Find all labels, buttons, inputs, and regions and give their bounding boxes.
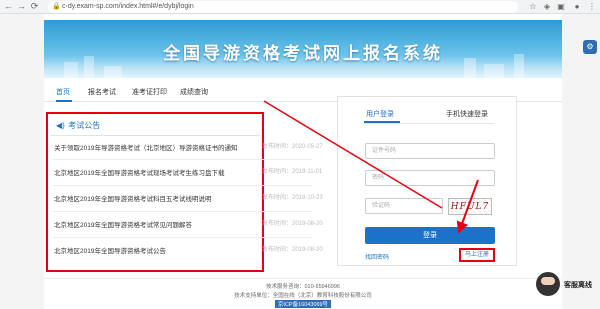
footer-support-unit: 技术支持单位：全国在线（北京）教育科技股份有限公司 bbox=[234, 293, 372, 299]
speaker-icon: ◀) bbox=[56, 121, 65, 130]
footer: 技术服务咨询：010-65946996 技术支持单位：全国在线（北京）教育科技股… bbox=[44, 278, 562, 309]
menu-icon[interactable]: ⋮ bbox=[587, 2, 597, 12]
notice-panel: ◀) 考试公告 关于领取2019年导游资格考试（北京地区）导游资格证书的通知 北… bbox=[46, 112, 312, 272]
notice-item-time: 发布时间：2019-08-20 bbox=[262, 247, 323, 253]
browser-toolbar: ← → ⟳ 🔒 c-dy.exam-sp.com/index.html#/e/d… bbox=[0, 0, 600, 14]
tab-active-indicator bbox=[364, 121, 400, 123]
register-link[interactable]: 马上注册 bbox=[459, 248, 495, 262]
nav-score-query[interactable]: 成绩查询 bbox=[180, 87, 208, 97]
forgot-password-link[interactable]: 找回密码 bbox=[365, 252, 389, 261]
notice-item-text[interactable]: 北京地区2019年全国导游资格考试现场考试考生练习盘下载 bbox=[54, 170, 224, 177]
password-placeholder: 密码 bbox=[372, 175, 385, 181]
back-icon[interactable]: ← bbox=[3, 1, 14, 12]
notice-title: 考试公告 bbox=[68, 121, 101, 130]
customer-service-label[interactable]: 客服离线 bbox=[564, 280, 592, 290]
notice-item-time: 发布时间：2020-05-27 bbox=[262, 144, 323, 150]
forward-icon[interactable]: → bbox=[16, 1, 27, 12]
captcha-placeholder: 验证码 bbox=[372, 203, 391, 209]
register-label[interactable]: 马上注册 bbox=[465, 252, 489, 258]
translate-icon[interactable]: ⚙ bbox=[583, 40, 597, 54]
url-field[interactable]: 🔒 c-dy.exam-sp.com/index.html#/e/dybj/lo… bbox=[48, 1, 518, 13]
notice-item-text[interactable]: 北京地区2019年全国导游资格考试公告 bbox=[54, 248, 166, 255]
url-text: c-dy.exam-sp.com/index.html#/e/dybj/logi… bbox=[62, 3, 194, 10]
page: 全国导游资格考试网上报名系统 首页 报名考试 准考证打印 成绩查询 ◀) 考试公… bbox=[44, 14, 562, 309]
tab-user-login[interactable]: 用户登录 bbox=[366, 109, 394, 119]
customer-service-avatar bbox=[536, 272, 560, 296]
tab-phone-login[interactable]: 手机快速登录 bbox=[446, 109, 488, 119]
star-icon[interactable]: ☆ bbox=[528, 2, 538, 12]
captcha-input[interactable]: 验证码 bbox=[365, 198, 443, 214]
extension-icon[interactable]: ◈ bbox=[542, 2, 552, 12]
captcha-image[interactable]: HFUL7 bbox=[448, 198, 492, 215]
id-number-input[interactable]: 证件号码 bbox=[365, 143, 495, 159]
notice-item-text[interactable]: 关于领取2019年导游资格考试（北京地区）导游资格证书的通知 bbox=[54, 145, 237, 152]
footer-support-phone: 技术服务咨询：010-65946996 bbox=[266, 284, 340, 290]
notice-header: ◀) 考试公告 bbox=[56, 120, 100, 132]
notice-item-time: 发布时间：2019-11-01 bbox=[262, 169, 323, 175]
lock-icon: 🔒 bbox=[52, 3, 61, 10]
notice-item-text[interactable]: 北京地区2019年全国导游资格考试科目五考试线明说明 bbox=[54, 196, 211, 203]
customer-service-widget[interactable]: 客服离线 bbox=[528, 272, 600, 300]
reload-icon[interactable]: ⟳ bbox=[29, 1, 40, 12]
nav-active-indicator bbox=[56, 100, 72, 102]
footer-icp[interactable]: 京ICP备16043069号 bbox=[274, 300, 332, 308]
nav-admission-print[interactable]: 准考证打印 bbox=[132, 87, 167, 97]
notice-item-time: 发布时间：2019-08-20 bbox=[262, 221, 323, 227]
banner: 全国导游资格考试网上报名系统 bbox=[44, 20, 562, 78]
password-input[interactable]: 密码 bbox=[365, 170, 495, 186]
id-number-placeholder: 证件号码 bbox=[372, 148, 397, 154]
login-button[interactable]: 登录 bbox=[365, 227, 495, 244]
profile-icon[interactable]: ● bbox=[572, 2, 582, 12]
puzzle-icon[interactable]: ▣ bbox=[556, 2, 566, 12]
login-panel: 用户登录 手机快速登录 证件号码 密码 验证码 HFUL7 登录 找回密码 马上… bbox=[337, 96, 517, 266]
banner-title: 全国导游资格考试网上报名系统 bbox=[163, 44, 443, 63]
notice-item-time: 发布时间：2019-10-23 bbox=[262, 195, 323, 201]
nav-home[interactable]: 首页 bbox=[56, 87, 70, 97]
notice-item-text[interactable]: 北京地区2019年全国导游资格考试常见问题解答 bbox=[54, 222, 192, 229]
nav-register-exam[interactable]: 报名考试 bbox=[88, 87, 116, 97]
